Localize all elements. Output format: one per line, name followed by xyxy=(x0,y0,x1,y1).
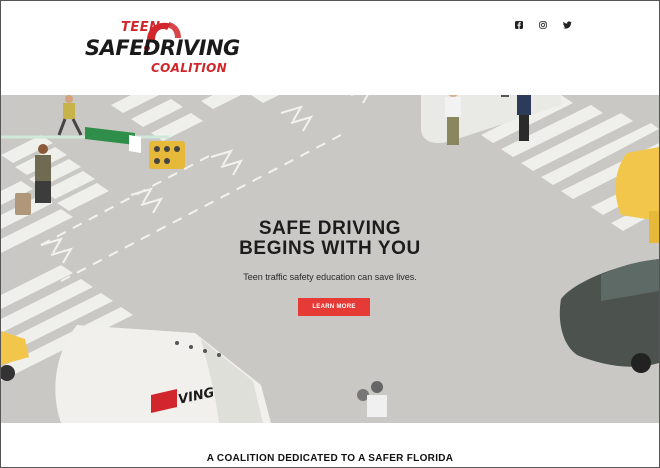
hero-banner: SAFE DRIVING BEGINS WITH YOU Teen traffi… xyxy=(1,95,659,423)
hero-subtitle: Teen traffic safety education can save l… xyxy=(243,272,417,282)
facebook-icon[interactable] xyxy=(514,20,524,30)
logo-teen-text: TEEN xyxy=(121,20,161,35)
section-title: A COALITION DEDICATED TO A SAFER FLORIDA xyxy=(206,453,454,464)
learn-more-button[interactable]: LEARN MORE xyxy=(298,298,370,316)
hero-title-line1: SAFE DRIVING xyxy=(258,218,402,239)
logo-driving-text: DRIVING xyxy=(143,36,240,60)
site-logo[interactable]: TEEN SAFE DRIVING COALITION xyxy=(85,18,240,80)
site-header: TEEN SAFE DRIVING COALITION xyxy=(1,1,659,95)
hero-title: SAFE DRIVING BEGINS WITH YOU xyxy=(1,219,659,259)
street-illustration xyxy=(1,95,659,423)
social-links xyxy=(514,20,572,30)
logo-coalition-text: COALITION xyxy=(151,61,228,75)
hero-title-line2: BEGINS WITH YOU xyxy=(239,238,421,259)
instagram-icon[interactable] xyxy=(538,20,548,30)
page-frame: TEEN SAFE DRIVING COALITION SAFE DRIVING… xyxy=(0,0,660,468)
twitter-icon[interactable] xyxy=(562,20,572,30)
logo-safe-text: SAFE xyxy=(85,36,144,60)
